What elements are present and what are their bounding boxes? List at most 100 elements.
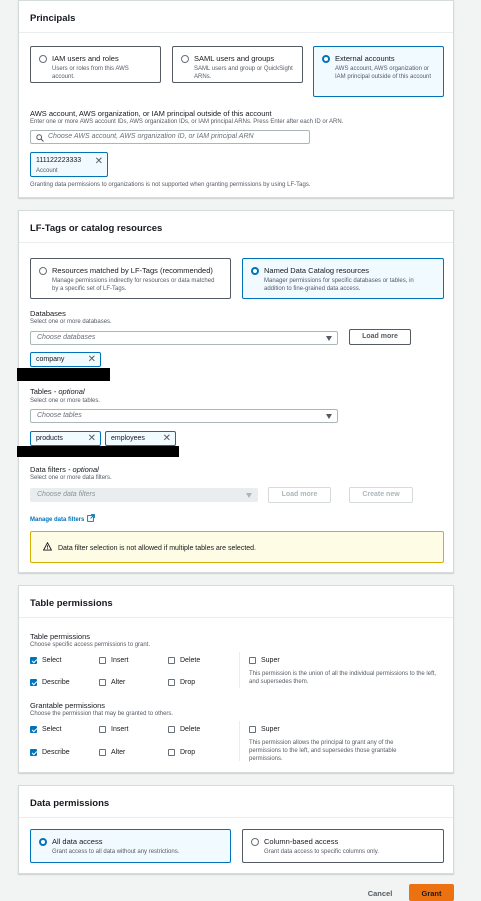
- drop-label: Drop: [180, 679, 196, 686]
- search-icon: [36, 134, 44, 142]
- lf-tags-panel: LF-Tags or catalog resources Resources m…: [17, 210, 454, 573]
- filters-placeholder: Choose data filters: [37, 491, 96, 498]
- grant-alter-label: Alter: [111, 749, 126, 756]
- option-desc: Grant data access to specific columns on…: [264, 849, 379, 855]
- option-desc: Manage permissions indirectly for resour…: [52, 278, 215, 292]
- super-desc: This permission is the union of all the …: [249, 671, 437, 685]
- grant-select-checkbox[interactable]: [30, 726, 37, 733]
- option-external-accounts[interactable]: External accounts AWS account, AWS organ…: [313, 46, 444, 97]
- tables-placeholder: Choose tables: [37, 412, 82, 419]
- databases-placeholder: Choose databases: [37, 334, 96, 341]
- token-value: products: [36, 435, 63, 442]
- grant-button[interactable]: Grant: [409, 884, 454, 901]
- redaction-bar: [17, 368, 110, 381]
- filters-desc: Select one or more data filters.: [30, 475, 112, 481]
- table-token-employees: employees ✕: [105, 431, 176, 446]
- principals-note: Granting data permissions to organizatio…: [30, 182, 311, 188]
- grant-delete-label: Delete: [180, 726, 201, 733]
- tables-optional: - optional: [53, 387, 85, 396]
- option-desc: AWS account, AWS organization or IAM pri…: [335, 66, 432, 80]
- database-token: company ✕: [30, 352, 101, 367]
- token-value: employees: [111, 435, 145, 442]
- create-new-button: Create new: [349, 487, 413, 503]
- databases-label: Databases: [30, 309, 66, 318]
- radio-icon[interactable]: [39, 55, 47, 63]
- data-permissions-panel: Data permissions All data access Grant a…: [18, 785, 454, 874]
- tables-select[interactable]: Choose tables: [30, 409, 338, 423]
- filters-label: Data filters - optional: [30, 465, 99, 474]
- databases-select[interactable]: Choose databases: [30, 331, 338, 345]
- option-saml-users[interactable]: SAML users and groups SAML users and gro…: [172, 46, 303, 83]
- delete-label: Delete: [180, 657, 201, 664]
- filters-label-text: Data filters: [30, 465, 66, 474]
- radio-icon[interactable]: [39, 267, 47, 275]
- grant-insert-label: Insert: [111, 726, 129, 733]
- remove-token-icon[interactable]: ✕: [95, 155, 103, 168]
- grant-super-checkbox[interactable]: [249, 726, 256, 733]
- radio-icon[interactable]: [322, 55, 330, 63]
- remove-token-icon[interactable]: ✕: [88, 353, 96, 366]
- radio-icon[interactable]: [39, 838, 47, 846]
- separator: [239, 721, 240, 761]
- option-desc: SAML users and group or QuickSight ARNs.: [194, 66, 293, 80]
- grant-drop-checkbox[interactable]: [168, 749, 175, 756]
- account-token: 111122223333 Account ✕: [30, 152, 108, 177]
- delete-checkbox[interactable]: [168, 657, 175, 664]
- insert-checkbox[interactable]: [99, 657, 106, 664]
- grant-super-label: Super: [261, 726, 280, 733]
- option-title: SAML users and groups: [194, 54, 275, 63]
- describe-checkbox[interactable]: [30, 679, 37, 686]
- radio-icon[interactable]: [181, 55, 189, 63]
- grantable-label: Grantable permissions: [30, 701, 106, 710]
- cancel-button[interactable]: Cancel: [358, 888, 402, 900]
- radio-icon[interactable]: [251, 838, 259, 846]
- option-desc: Manager permissions for specific databas…: [264, 278, 414, 292]
- caret-down-icon: [326, 414, 332, 419]
- load-more-button[interactable]: Load more: [349, 329, 411, 345]
- super-checkbox[interactable]: [249, 657, 256, 664]
- grant-describe-label: Describe: [42, 749, 70, 756]
- option-lf-tags[interactable]: Resources matched by LF-Tags (recommende…: [30, 258, 231, 299]
- option-all-data-access[interactable]: All data access Grant access to all data…: [30, 829, 231, 863]
- account-search-input[interactable]: Choose AWS account, AWS organization ID,…: [30, 130, 310, 144]
- alter-checkbox[interactable]: [99, 679, 106, 686]
- option-desc: Grant access to all data without any res…: [52, 849, 180, 855]
- alter-label: Alter: [111, 679, 126, 686]
- option-title: External accounts: [335, 54, 395, 63]
- remove-token-icon[interactable]: ✕: [88, 432, 96, 445]
- grant-describe-checkbox[interactable]: [30, 749, 37, 756]
- data-perms-title: Data permissions: [30, 798, 110, 809]
- grant-delete-checkbox[interactable]: [168, 726, 175, 733]
- radio-icon[interactable]: [251, 267, 259, 275]
- option-iam-users[interactable]: IAM users and roles Users or roles from …: [30, 46, 161, 83]
- token-value: 111122223333: [36, 157, 82, 164]
- option-title: All data access: [52, 837, 103, 846]
- warning-text: Data filter selection is not allowed if …: [57, 545, 256, 552]
- insert-label: Insert: [111, 657, 129, 664]
- filters-select: Choose data filters: [30, 488, 258, 502]
- table-perms-title: Table permissions: [30, 598, 113, 609]
- grant-drop-label: Drop: [180, 749, 196, 756]
- grant-alter-checkbox[interactable]: [99, 749, 106, 756]
- perms-desc: Choose specific access permissions to gr…: [30, 642, 151, 648]
- token-value: company: [36, 356, 65, 363]
- separator: [239, 652, 240, 688]
- option-column-based-access[interactable]: Column-based access Grant data access to…: [242, 829, 444, 863]
- caret-down-icon: [326, 336, 332, 341]
- search-placeholder: Choose AWS account, AWS organization ID,…: [48, 133, 254, 140]
- divider: [19, 242, 453, 243]
- option-named-resources[interactable]: Named Data Catalog resources Manager per…: [242, 258, 444, 299]
- divider: [19, 817, 453, 818]
- manage-data-filters-link[interactable]: Manage data filters: [30, 514, 95, 523]
- grant-insert-checkbox[interactable]: [99, 726, 106, 733]
- divider: [19, 32, 453, 33]
- drop-checkbox[interactable]: [168, 679, 175, 686]
- table-token-products: products ✕: [30, 431, 101, 446]
- tables-label-text: Tables: [30, 387, 52, 396]
- select-checkbox[interactable]: [30, 657, 37, 664]
- remove-token-icon[interactable]: ✕: [163, 432, 171, 445]
- warning-icon: [42, 541, 53, 551]
- option-title: Column-based access: [264, 837, 339, 846]
- option-title: IAM users and roles: [52, 54, 119, 63]
- filters-optional: - optional: [67, 465, 99, 474]
